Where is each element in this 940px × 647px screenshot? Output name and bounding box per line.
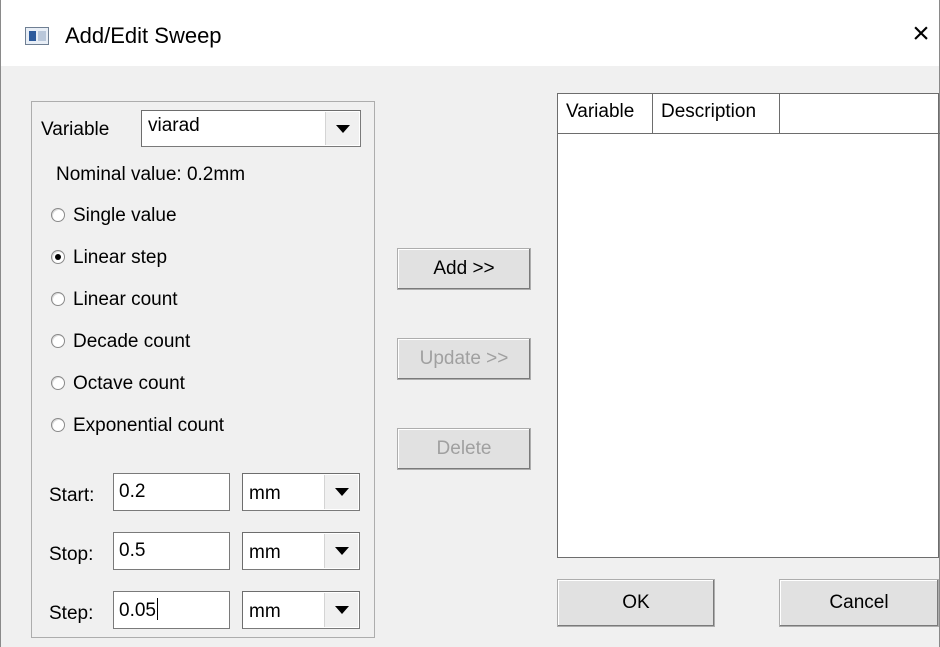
step-unit-value: mm [249,601,281,622]
radio-circle[interactable] [51,292,65,306]
step-label: Step: [49,603,94,624]
stop-input-value: 0.5 [119,540,146,561]
variable-select-value: viarad [148,115,200,136]
stop-unit-value: mm [249,542,281,563]
sweep-list[interactable]: Variable Description [557,93,940,558]
app-window-icon [25,27,49,45]
title-bar: Add/Edit Sweep × [1,0,939,66]
stop-input[interactable]: 0.5 [113,532,230,570]
chevron-down-icon[interactable] [324,475,358,509]
start-unit-value: mm [249,483,281,504]
start-unit-select[interactable]: mm [242,473,360,511]
start-input[interactable]: 0.2 [113,473,230,511]
cancel-button[interactable]: Cancel [779,579,939,627]
nominal-value: 0.2mm [186,164,246,185]
nominal-value-label: Nominal value: 0.2mm [56,164,246,185]
stop-unit-select[interactable]: mm [242,532,360,570]
step-input[interactable]: 0.05 [113,591,230,629]
column-header-description[interactable]: Description [653,94,780,134]
chevron-down-icon[interactable] [324,593,358,627]
radio-circle[interactable] [51,376,65,390]
radio-selected-dot [55,254,61,260]
column-header-variable[interactable]: Variable [558,94,653,134]
list-header: Variable Description [558,94,940,134]
update-button[interactable]: Update >> [397,338,531,380]
radio-label: Linear count [73,289,178,310]
radio-label: Linear step [73,247,168,268]
start-input-value: 0.2 [119,481,146,502]
radio-circle[interactable] [51,418,65,432]
step-input-value: 0.05 [119,598,158,621]
add-button[interactable]: Add >> [397,248,531,290]
column-header-extra[interactable] [780,94,940,134]
radio-label: Decade count [73,331,191,352]
close-icon[interactable]: × [906,16,936,52]
step-unit-select[interactable]: mm [242,591,360,629]
text-caret [156,598,158,620]
radio-circle[interactable] [51,334,65,348]
variable-label: Variable [41,119,110,140]
start-label: Start: [49,485,95,506]
dialog-title: Add/Edit Sweep [65,23,222,48]
radio-label: Octave count [73,373,185,394]
delete-button[interactable]: Delete [397,428,531,470]
chevron-down-icon[interactable] [324,534,358,568]
radio-label: Single value [73,205,177,226]
add-edit-sweep-dialog: Add/Edit Sweep × Variable viarad Nominal… [0,0,940,647]
stop-label: Stop: [49,544,94,565]
chevron-down-icon[interactable] [325,112,359,145]
radio-label: Exponential count [73,415,225,436]
ok-button[interactable]: OK [557,579,715,627]
radio-circle[interactable] [51,208,65,222]
variable-select[interactable]: viarad [141,110,361,147]
